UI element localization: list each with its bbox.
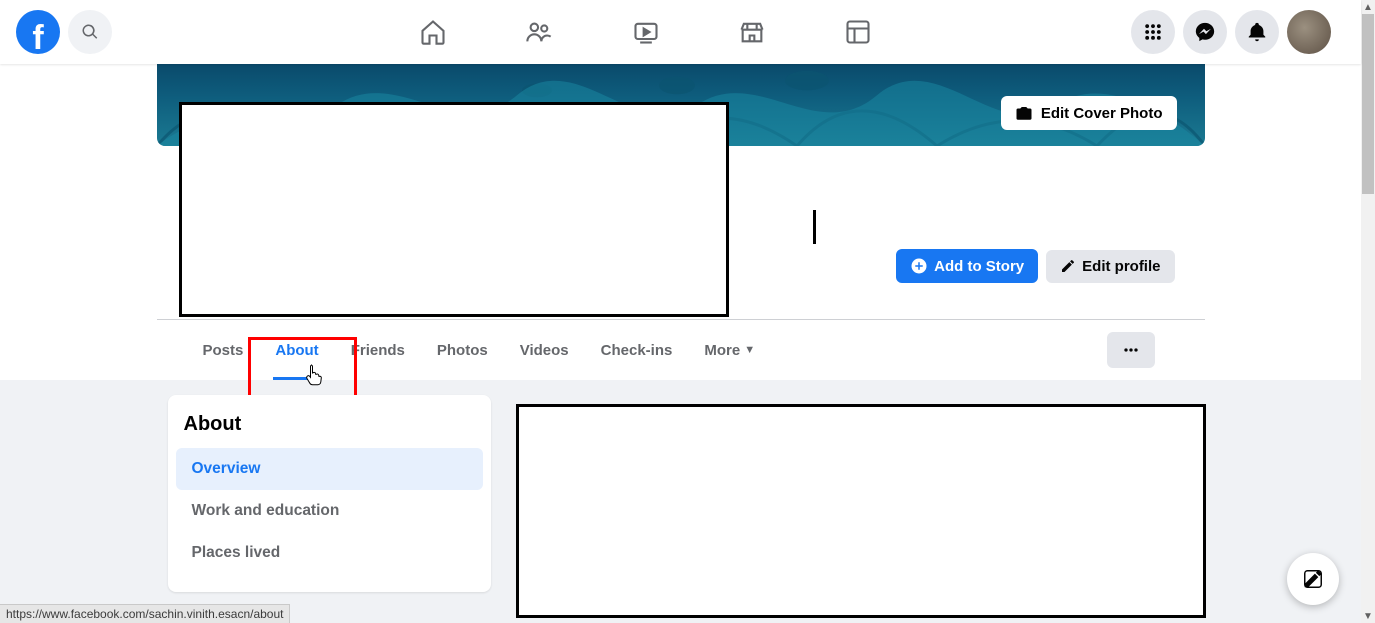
groups-icon	[844, 18, 872, 46]
about-item-overview[interactable]: Overview	[176, 448, 483, 490]
tab-about[interactable]: About	[259, 320, 334, 380]
nav-groups[interactable]	[805, 4, 911, 60]
tab-videos[interactable]: Videos	[504, 320, 585, 380]
notifications-button[interactable]	[1235, 10, 1279, 54]
friends-icon	[525, 18, 553, 46]
tab-label: Photos	[437, 342, 488, 359]
text-cursor	[813, 210, 816, 244]
top-nav-left	[0, 10, 112, 54]
about-sidebar-card: About Overview Work and education Places…	[168, 395, 491, 592]
profile-header: Add to Story Edit profile	[157, 146, 1205, 320]
tab-more[interactable]: More ▼	[688, 320, 771, 380]
cover-area: Edit Cover Photo Add to Story Edit profi…	[157, 64, 1205, 380]
scroll-down-arrow-icon[interactable]: ▼	[1361, 609, 1375, 623]
profile-more-options-button[interactable]	[1107, 332, 1155, 368]
tab-label: Posts	[203, 342, 244, 359]
compose-icon	[1302, 568, 1324, 590]
tab-label: Videos	[520, 342, 569, 359]
marketplace-icon	[738, 18, 766, 46]
top-nav-center	[350, 0, 941, 64]
profile-tabs: Posts About Friends Photos Videos Check-…	[157, 320, 1205, 380]
scroll-up-arrow-icon[interactable]: ▲	[1361, 0, 1375, 14]
account-avatar[interactable]	[1287, 10, 1331, 54]
pencil-icon	[1060, 258, 1076, 274]
redaction-box-2	[516, 404, 1206, 618]
tab-check-ins[interactable]: Check-ins	[585, 320, 689, 380]
menu-button[interactable]	[1131, 10, 1175, 54]
vertical-scrollbar[interactable]: ▲ ▼	[1361, 0, 1375, 623]
plus-circle-icon	[910, 257, 928, 275]
watch-icon	[632, 18, 660, 46]
edit-cover-photo-label: Edit Cover Photo	[1041, 105, 1163, 122]
edit-profile-button[interactable]: Edit profile	[1046, 250, 1174, 283]
browser-status-url: https://www.facebook.com/sachin.vinith.e…	[0, 604, 290, 623]
tab-label: Friends	[351, 342, 405, 359]
edit-cover-photo-button[interactable]: Edit Cover Photo	[1001, 96, 1177, 130]
search-icon	[81, 23, 99, 41]
nav-friends[interactable]	[486, 4, 592, 60]
grid-icon	[1143, 22, 1163, 42]
nav-home[interactable]	[380, 4, 486, 60]
about-item-work-education[interactable]: Work and education	[176, 490, 483, 532]
search-button[interactable]	[68, 10, 112, 54]
compose-fab[interactable]	[1287, 553, 1339, 605]
messenger-button[interactable]	[1183, 10, 1227, 54]
profile-actions: Add to Story Edit profile	[896, 249, 1174, 283]
facebook-logo[interactable]	[16, 10, 60, 54]
about-item-places-lived[interactable]: Places lived	[176, 532, 483, 574]
messenger-icon	[1194, 21, 1216, 43]
tab-photos[interactable]: Photos	[421, 320, 504, 380]
top-nav-right	[1131, 0, 1347, 64]
tab-label: Check-ins	[601, 342, 673, 359]
redaction-box-1	[179, 102, 729, 317]
add-to-story-label: Add to Story	[934, 258, 1024, 275]
about-item-label: Places lived	[192, 544, 281, 561]
tab-label: More	[704, 342, 740, 359]
chevron-down-icon: ▼	[744, 344, 755, 356]
tab-friends[interactable]: Friends	[335, 320, 421, 380]
tab-posts[interactable]: Posts	[187, 320, 260, 380]
scroll-thumb[interactable]	[1362, 14, 1374, 194]
top-nav-bar	[0, 0, 1361, 64]
camera-icon	[1015, 104, 1033, 122]
about-item-label: Overview	[192, 460, 261, 477]
bell-icon	[1246, 21, 1268, 43]
tab-label: About	[275, 342, 318, 359]
ellipsis-icon	[1121, 340, 1141, 360]
about-title: About	[168, 413, 491, 448]
edit-profile-label: Edit profile	[1082, 258, 1160, 275]
nav-marketplace[interactable]	[699, 4, 805, 60]
nav-watch[interactable]	[592, 4, 698, 60]
add-to-story-button[interactable]: Add to Story	[896, 249, 1038, 283]
about-item-label: Work and education	[192, 502, 340, 519]
home-icon	[419, 18, 447, 46]
profile-section: Edit Cover Photo Add to Story Edit profi…	[0, 64, 1361, 380]
